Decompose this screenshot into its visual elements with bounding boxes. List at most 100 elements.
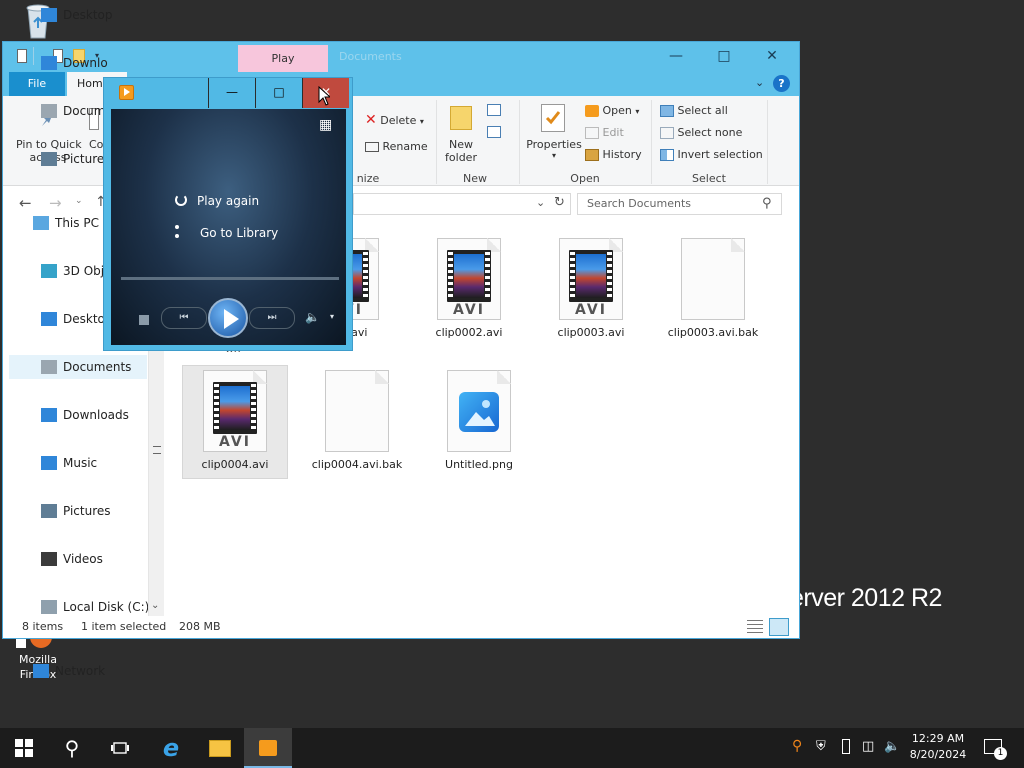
- item-count: 8 items: [22, 620, 64, 633]
- new-group-label: New: [463, 172, 487, 185]
- media-player-icon: [119, 85, 134, 100]
- security-shield-icon[interactable]: ⛨: [816, 739, 826, 754]
- previous-button[interactable]: ⏮: [161, 307, 207, 329]
- next-button[interactable]: ⏭: [249, 307, 295, 329]
- search-input[interactable]: Search Documents ⚲: [577, 193, 782, 215]
- file-item[interactable]: Untitled.png: [427, 370, 531, 472]
- easy-access-icon[interactable]: [487, 126, 501, 138]
- firefox-icon: [8, 632, 68, 652]
- chevron-down-icon[interactable]: ⌄: [536, 196, 545, 209]
- battery-icon[interactable]: [842, 739, 850, 754]
- history-button[interactable]: History: [585, 148, 642, 161]
- tab-file[interactable]: File: [9, 72, 65, 96]
- new-folder-button[interactable]: New folder: [441, 138, 481, 164]
- pictures-icon: [41, 504, 57, 518]
- rename-button[interactable]: Rename: [365, 140, 428, 153]
- ribbon-expand-icon[interactable]: ⌄: [755, 76, 764, 89]
- documents-icon: [41, 104, 57, 118]
- sidebar-item[interactable]: Downlo: [9, 51, 147, 75]
- avi-file-icon: AVI: [203, 370, 267, 452]
- clock-date: 8/20/2024: [909, 748, 967, 761]
- tray-icons: ⚲ ⛨ ◫ 🔈: [790, 728, 900, 768]
- file-item[interactable]: clip0003.avi.bak: [661, 238, 765, 340]
- window-title: Documents: [339, 50, 402, 63]
- server-branding-text: erver 2012 R2: [790, 584, 942, 612]
- volume-icon[interactable]: 🔈: [305, 310, 320, 324]
- file-item[interactable]: clip0004.avi.bak: [305, 370, 409, 472]
- history-icon: [585, 149, 599, 161]
- recent-locations-icon[interactable]: ⌄: [75, 196, 83, 206]
- sidebar-item[interactable]: Pictures: [9, 499, 147, 523]
- player-minimize-button[interactable]: —: [208, 78, 255, 108]
- sidebar-item[interactable]: Network: [9, 659, 147, 683]
- file-item[interactable]: AVI clip0002.avi: [417, 238, 521, 340]
- edit-button[interactable]: Edit: [585, 126, 624, 139]
- sidebar-item[interactable]: Music: [9, 451, 147, 475]
- play-again-option[interactable]: Play again: [175, 194, 259, 208]
- switch-to-library-icon[interactable]: ▦: [319, 117, 332, 133]
- sidebar-item-label: Network: [55, 664, 106, 678]
- notification-badge: 1: [994, 747, 1007, 760]
- media-player-taskbar-icon[interactable]: [244, 728, 292, 768]
- close-button[interactable]: ✕: [749, 42, 795, 71]
- action-center-icon[interactable]: 1: [984, 739, 1007, 760]
- computer-icon: [33, 216, 49, 230]
- go-to-library-option[interactable]: Go to Library: [175, 225, 278, 240]
- maximize-button[interactable]: □: [701, 42, 747, 71]
- clock[interactable]: 12:29 AM 8/20/2024: [906, 731, 970, 763]
- player-video-area[interactable]: ▦ Play again Go to Library ⏮ ⏭ 🔈 ▾: [111, 109, 346, 345]
- selection-size: 208 MB: [179, 620, 221, 633]
- properties-button[interactable]: Properties ▾: [525, 138, 583, 160]
- open-button[interactable]: Open ▾: [585, 104, 639, 117]
- details-view-button[interactable]: [747, 620, 763, 634]
- search-icon[interactable]: ⚲: [48, 728, 96, 768]
- new-folder-icon: [450, 106, 472, 130]
- sidebar-item-label: Downlo: [63, 56, 108, 70]
- scroll-grip-icon: [153, 446, 161, 454]
- forward-button[interactable]: →: [49, 194, 62, 212]
- network-tray-icon[interactable]: ◫: [862, 739, 874, 754]
- invert-selection-button[interactable]: Invert selection: [660, 148, 763, 161]
- search-tray-icon[interactable]: ⚲: [792, 738, 802, 754]
- file-name: clip0003.avi.bak: [667, 326, 759, 339]
- task-view-icon[interactable]: [96, 728, 144, 768]
- volume-muted-icon[interactable]: 🔈: [884, 739, 900, 754]
- play-button[interactable]: [208, 298, 248, 338]
- sidebar-item-label: This PC: [55, 216, 99, 230]
- chevron-down-icon: ▾: [551, 151, 556, 160]
- network-icon: [33, 664, 49, 678]
- sidebar-item[interactable]: Documents: [9, 355, 147, 379]
- start-button[interactable]: [0, 728, 48, 768]
- select-none-button[interactable]: Select none: [660, 126, 742, 139]
- file-name: Untitled.png: [445, 458, 513, 471]
- scroll-down-button[interactable]: ⌄: [151, 600, 159, 611]
- delete-button[interactable]: ✕ Delete ▾: [365, 112, 424, 128]
- volume-dropdown-icon[interactable]: ▾: [330, 312, 334, 321]
- media-player-window[interactable]: — □ ✕ ▦ Play again Go to Library ⏮ ⏭ 🔈 ▾: [103, 77, 353, 351]
- select-all-button[interactable]: Select all: [660, 104, 728, 117]
- refresh-icon[interactable]: ↻: [554, 195, 565, 210]
- tab-play-context[interactable]: Play: [238, 45, 328, 72]
- file-name: clip0002.avi: [435, 326, 503, 339]
- back-button[interactable]: ←: [19, 194, 32, 212]
- new-item-icon[interactable]: [487, 104, 501, 116]
- file-item[interactable]: AVI clip0003.avi: [539, 238, 643, 340]
- seek-bar[interactable]: [121, 277, 339, 280]
- sidebar-item[interactable]: Videos: [9, 547, 147, 571]
- player-maximize-button[interactable]: □: [255, 78, 302, 108]
- address-bar[interactable]: ⌄ ↻: [353, 193, 571, 215]
- clock-time: 12:29 AM: [911, 732, 965, 745]
- minimize-button[interactable]: —: [653, 42, 699, 71]
- file-item[interactable]: AVI clip0004.avi: [182, 365, 288, 479]
- sidebar-item[interactable]: Desktop: [9, 3, 147, 27]
- player-title-bar[interactable]: — □ ✕: [104, 78, 352, 108]
- sidebar-item-label: Docum: [63, 104, 106, 118]
- help-icon[interactable]: ?: [773, 75, 790, 92]
- sidebar-item[interactable]: Downloads: [9, 403, 147, 427]
- large-icons-view-button[interactable]: [769, 618, 789, 636]
- disk-icon: [41, 600, 57, 614]
- edit-icon: [585, 127, 599, 139]
- stop-button[interactable]: [139, 315, 149, 325]
- file-explorer-taskbar-icon[interactable]: [196, 728, 244, 768]
- internet-explorer-icon[interactable]: e: [147, 728, 195, 768]
